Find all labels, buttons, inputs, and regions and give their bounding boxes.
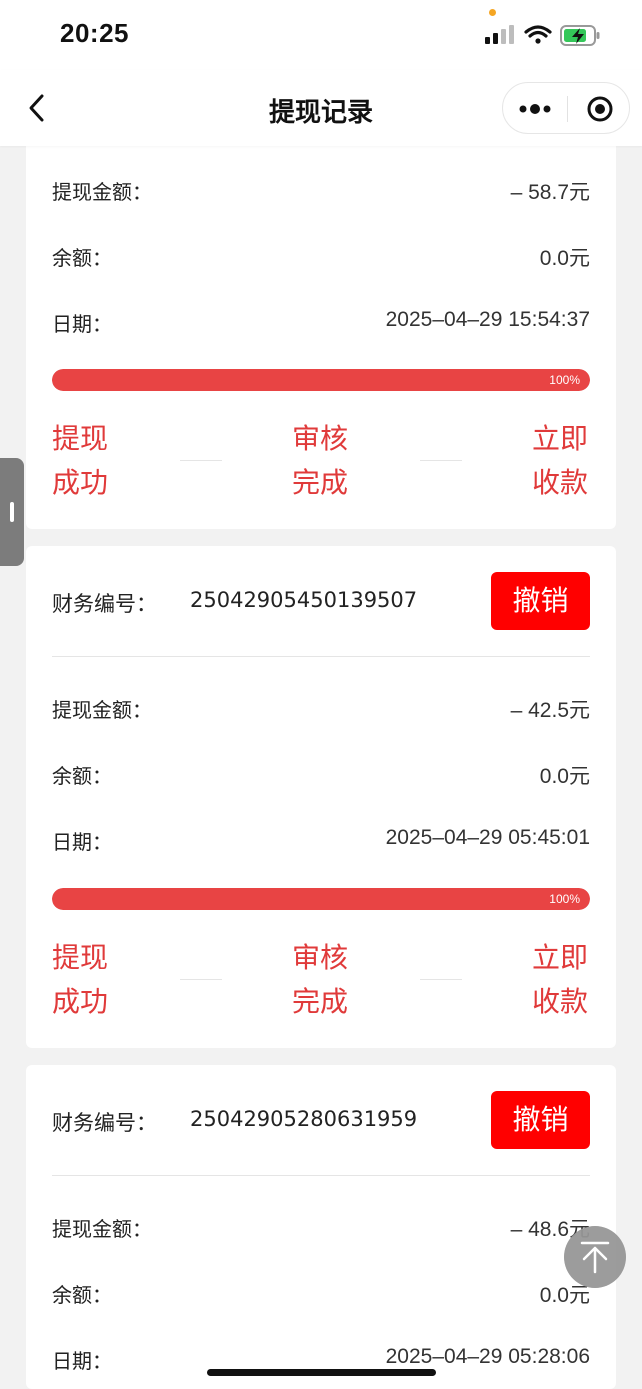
- back-to-top-icon[interactable]: [564, 1226, 626, 1288]
- amount-label: 提现金额：: [52, 180, 152, 204]
- step-withdraw-success: 提现成功: [52, 941, 109, 1018]
- mini-program-capsule: [502, 82, 630, 134]
- progress-fill: [52, 369, 590, 391]
- close-mini-program-icon[interactable]: [568, 83, 630, 135]
- date-label: 日期：: [52, 312, 112, 336]
- date-label: 日期：: [52, 1349, 112, 1373]
- card-header: 财务编号： 25042905280631959 撤销: [52, 1065, 590, 1176]
- amount-label: 提现金额：: [52, 1217, 152, 1241]
- date-value: 2025–04–29 05:28:06: [385, 1345, 590, 1368]
- step-review-complete: 审核完成: [292, 422, 349, 499]
- progress-fill: [52, 888, 590, 910]
- finance-number-label: 财务编号：: [52, 592, 157, 616]
- amount-value: – 58.7元: [510, 181, 590, 204]
- step-connector: [420, 979, 462, 980]
- withdrawal-record-card: 财务编号： 25042905450139507 撤销 提现金额： – 42.5元…: [26, 546, 616, 1048]
- balance-label: 余额：: [52, 1283, 112, 1307]
- balance-label: 余额：: [52, 246, 112, 270]
- step-connector: [180, 979, 222, 980]
- side-float-handle[interactable]: [0, 458, 24, 566]
- home-indicator: [207, 1369, 436, 1376]
- finance-number-label: 财务编号：: [52, 1111, 157, 1135]
- step-connector: [180, 460, 222, 461]
- handle-bar: [10, 502, 14, 522]
- withdrawal-record-card: 提现金额： – 58.7元 余额： 0.0元 日期： 2025–04–29 15…: [26, 110, 616, 529]
- step-receive-now: 立即收款: [532, 422, 589, 499]
- cancel-button[interactable]: 撤销: [491, 572, 590, 630]
- amount-label: 提现金额：: [52, 698, 152, 722]
- finance-number-value: 25042905450139507: [190, 588, 418, 612]
- balance-value: 0.0元: [539, 247, 590, 270]
- date-label: 日期：: [52, 830, 112, 854]
- card-header: 财务编号： 25042905450139507 撤销: [52, 546, 590, 657]
- progress-bar: 100%: [52, 369, 590, 391]
- wifi-icon: [524, 25, 552, 44]
- date-value: 2025–04–29 05:45:01: [385, 826, 590, 849]
- progress-text: 100%: [549, 892, 580, 906]
- status-bar: 20:25: [0, 0, 642, 70]
- privacy-indicator-dot: [489, 9, 496, 16]
- step-review-complete: 审核完成: [292, 941, 349, 1018]
- progress-bar: 100%: [52, 888, 590, 910]
- balance-label: 余额：: [52, 764, 112, 788]
- step-receive-now: 立即收款: [532, 941, 589, 1018]
- cellular-signal-icon: [485, 25, 514, 44]
- status-icons: [485, 25, 600, 46]
- balance-value: 0.0元: [539, 765, 590, 788]
- navigation-bar: 提现记录: [0, 70, 642, 146]
- battery-charging-icon: [560, 25, 600, 46]
- withdrawal-record-card: 财务编号： 25042905280631959 撤销 提现金额： – 48.6元…: [26, 1065, 616, 1389]
- progress-text: 100%: [549, 373, 580, 387]
- step-connector: [420, 460, 462, 461]
- step-withdraw-success: 提现成功: [52, 422, 109, 499]
- status-time: 20:25: [60, 18, 129, 48]
- more-options-icon[interactable]: [503, 83, 567, 135]
- amount-value: – 42.5元: [510, 699, 590, 722]
- date-value: 2025–04–29 15:54:37: [385, 308, 590, 331]
- finance-number-value: 25042905280631959: [190, 1107, 418, 1131]
- cancel-button[interactable]: 撤销: [491, 1091, 590, 1149]
